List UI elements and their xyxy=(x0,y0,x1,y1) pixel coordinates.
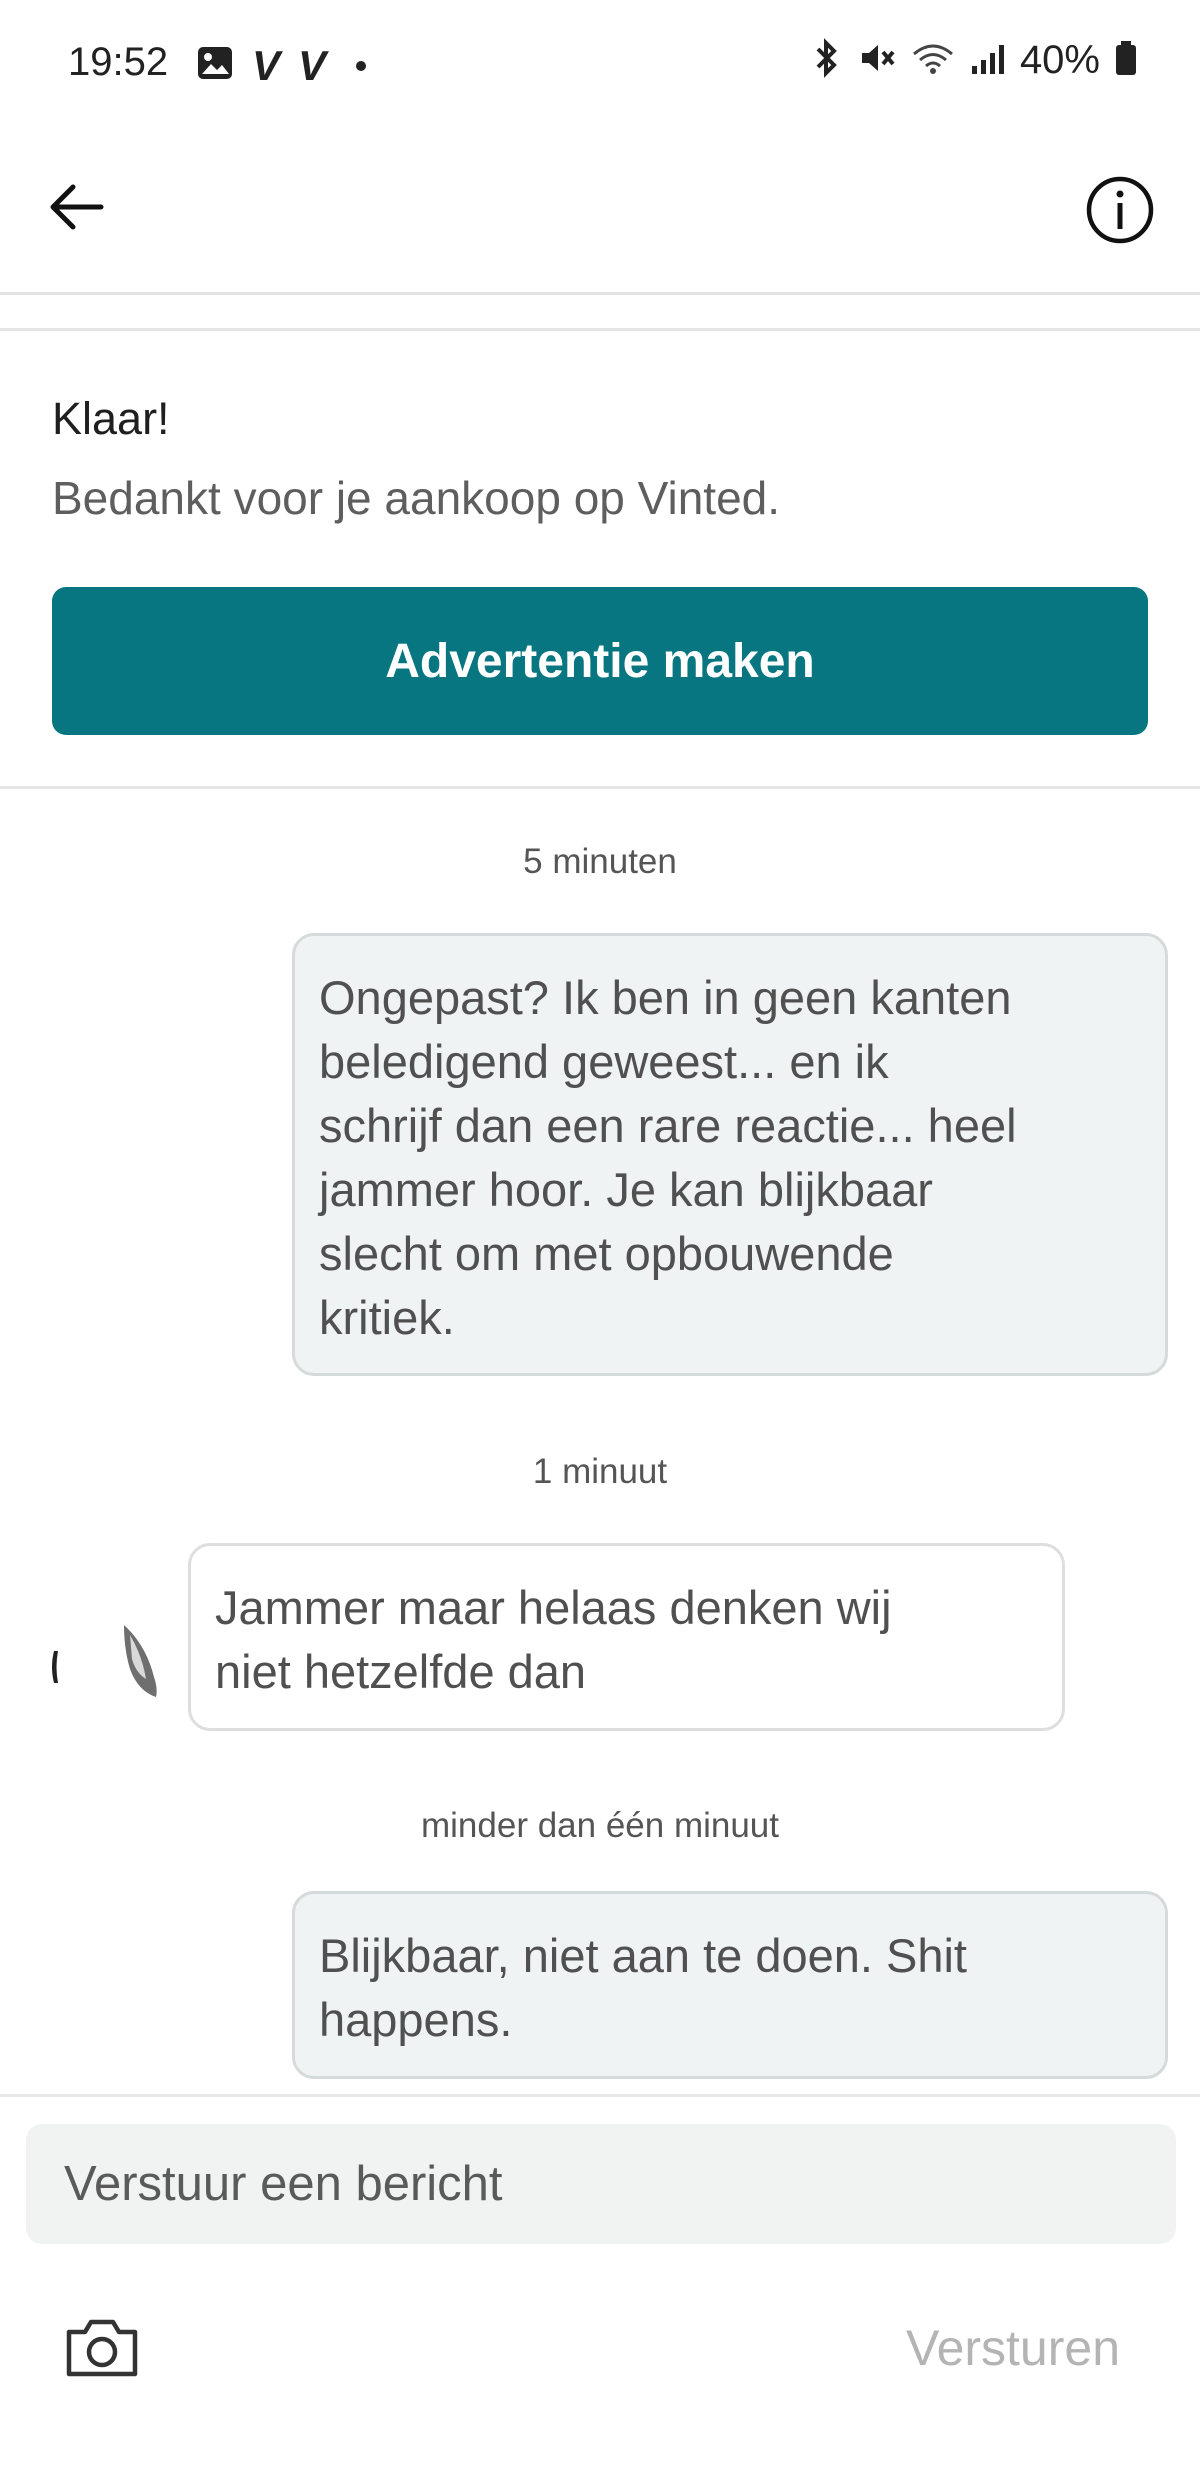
message-line: niet hetzelfde dan xyxy=(215,1645,587,1698)
battery-percentage: 40% xyxy=(1019,38,1100,82)
back-button[interactable] xyxy=(40,170,114,244)
image-icon xyxy=(196,44,234,87)
message-input[interactable] xyxy=(26,2124,1176,2244)
message-timestamp: minder dan één minuut xyxy=(421,1806,779,1845)
outgoing-message-bubble: Ongepast? Ik ben in geen kanten beledige… xyxy=(292,933,1168,1376)
outgoing-message-bubble: Blijkbaar, niet aan te doen. Shit happen… xyxy=(292,1891,1168,2079)
status-time: 19:52 xyxy=(68,40,169,84)
send-button[interactable]: Versturen xyxy=(906,2310,1120,2386)
vinted-v-icon: V xyxy=(298,41,327,89)
message-timestamp: 1 minuut xyxy=(532,1452,668,1491)
card-text: Bedankt voor je aankoop op Vinted. xyxy=(52,472,781,524)
message-line: beledigend geweest... en ik xyxy=(319,1035,889,1088)
vinted-v-icon: V xyxy=(252,41,281,89)
status-bar: 19:52 V V 40% xyxy=(0,0,1200,130)
avatar[interactable] xyxy=(50,1625,160,1735)
incoming-message-bubble: Jammer maar helaas denken wij niet hetze… xyxy=(188,1543,1065,1731)
battery-icon xyxy=(1114,38,1138,83)
system-icons: 40% xyxy=(812,38,1138,83)
dot-icon xyxy=(356,60,367,71)
bluetooth-icon xyxy=(812,38,842,83)
camera-button[interactable] xyxy=(60,2310,144,2386)
notification-icons: V V xyxy=(196,41,367,89)
message-line: Jammer maar helaas denken wij xyxy=(215,1581,892,1634)
message-line: jammer hoor. Je kan blijkbaar xyxy=(319,1163,933,1216)
chat-header xyxy=(0,130,1200,295)
message-line: happens. xyxy=(319,1993,513,2046)
mute-icon xyxy=(856,38,896,83)
card-title: Klaar! xyxy=(52,393,170,444)
arrow-left-icon xyxy=(50,184,104,230)
divider xyxy=(0,2094,1200,2097)
message-line: slecht om met opbouwende xyxy=(319,1227,894,1280)
message-line: Ongepast? Ik ben in geen kanten xyxy=(319,971,1012,1024)
message-line: Blijkbaar, niet aan te doen. Shit xyxy=(319,1929,967,1982)
chat-screen: 19:52 V V 40% Klaar! Bedankt voor je aan… xyxy=(0,0,1200,2466)
wifi-icon xyxy=(910,38,956,83)
create-listing-button[interactable]: Advertentie maken xyxy=(52,587,1148,735)
message-timestamp: 5 minuten xyxy=(523,842,677,881)
signal-icon xyxy=(970,38,1006,83)
info-button[interactable] xyxy=(1080,170,1160,250)
message-line: kritiek. xyxy=(319,1291,455,1344)
message-line: schrijf dan een rare reactie... heel xyxy=(319,1099,1017,1152)
camera-icon xyxy=(66,2319,138,2377)
purchase-complete-card: Klaar! Bedankt voor je aankoop op Vinted… xyxy=(0,331,1200,789)
info-circle-icon xyxy=(1086,176,1154,244)
